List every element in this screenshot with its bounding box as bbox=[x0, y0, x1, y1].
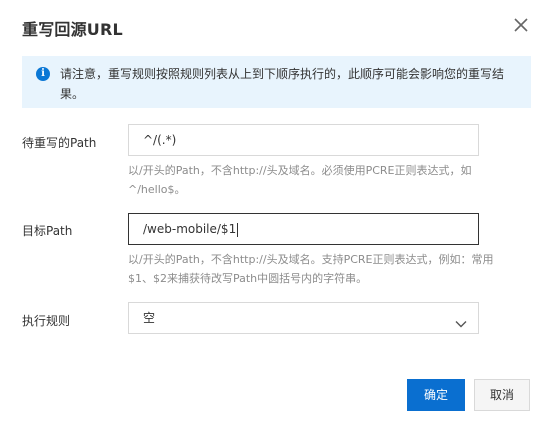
dialog-title: 重写回源URL bbox=[22, 20, 123, 39]
target-path-help: 以/开头的Path，不含http://头及域名。支持PCRE正则表达式，例如：常… bbox=[128, 253, 494, 285]
confirm-button[interactable]: 确定 bbox=[407, 379, 465, 411]
close-icon[interactable] bbox=[510, 14, 532, 36]
source-path-label: 待重写的Path bbox=[22, 136, 97, 150]
target-path-value: /web-mobile/$1 bbox=[143, 222, 237, 236]
notice-text: 请注意，重写规则按照规则列表从上到下顺序执行的，此顺序可能会影响您的重写结果。 bbox=[60, 67, 505, 101]
source-path-value: ^/(.*) bbox=[143, 133, 177, 147]
target-path-input[interactable]: /web-mobile/$1 bbox=[128, 213, 479, 245]
text-caret bbox=[237, 222, 239, 237]
rule-selected-value: 空 bbox=[143, 311, 156, 325]
cancel-button[interactable]: 取消 bbox=[474, 379, 530, 411]
source-path-input[interactable]: ^/(.*) bbox=[128, 124, 479, 156]
info-icon: i bbox=[36, 67, 50, 81]
rule-select[interactable]: 空 bbox=[128, 302, 479, 334]
notice-banner: i 请注意，重写规则按照规则列表从上到下顺序执行的，此顺序可能会影响您的重写结果… bbox=[22, 56, 531, 108]
target-path-label: 目标Path bbox=[22, 224, 73, 238]
chevron-down-icon bbox=[454, 312, 468, 328]
rule-label: 执行规则 bbox=[22, 314, 71, 328]
rewrite-url-dialog: 重写回源URL i 请注意，重写规则按照规则列表从上到下顺序执行的，此顺序可能会… bbox=[0, 0, 550, 428]
source-path-help: 以/开头的Path，不含http://头及域名。必须使用PCRE正则表达式，如^… bbox=[128, 164, 472, 196]
